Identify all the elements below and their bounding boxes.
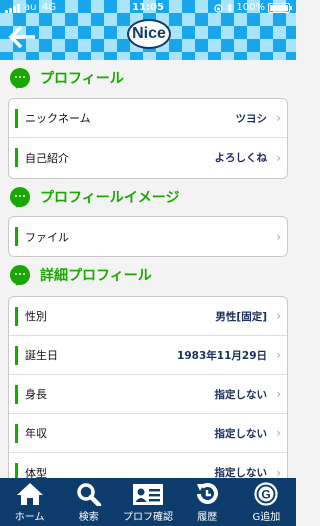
- tab-history[interactable]: 履歴: [178, 478, 237, 526]
- row-file[interactable]: ファイル ›: [9, 217, 287, 256]
- speech-bubble-icon: [10, 68, 30, 88]
- row-value: ツヨシ: [235, 112, 268, 125]
- page: au 4G 11:05 100% Nice プロフィール ニックネーム ツヨシ …: [0, 0, 296, 526]
- row-label: ファイル: [25, 230, 69, 244]
- tab-home[interactable]: ホーム: [0, 478, 59, 526]
- header: au 4G 11:05 100% Nice: [0, 0, 296, 60]
- row-gender[interactable]: 性別 男性[固定] ›: [9, 297, 287, 336]
- home-icon: [16, 483, 43, 505]
- rotation-lock-icon: [214, 3, 224, 13]
- profile-image-card: ファイル ›: [8, 216, 288, 257]
- tab-search[interactable]: 検索: [59, 478, 118, 526]
- speech-bubble-icon: [10, 187, 30, 207]
- g-add-icon: G: [254, 482, 279, 506]
- battery-icon: [268, 3, 292, 13]
- chevron-right-icon: ›: [276, 229, 281, 244]
- app-logo: Nice: [127, 19, 171, 49]
- content: プロフィール ニックネーム ツヨシ › 自己紹介 よろしくね › プロフィールイ…: [0, 60, 296, 478]
- section-profile-title: プロフィール: [10, 66, 124, 90]
- row-label: ニックネーム: [25, 112, 91, 125]
- tab-label: G追加: [252, 512, 281, 523]
- row-value: よろしくね: [214, 152, 268, 164]
- tab-label: 履歴: [197, 512, 218, 523]
- battery-percent: 100%: [236, 2, 265, 13]
- chevron-right-icon: ›: [276, 426, 281, 440]
- chevron-right-icon: ›: [276, 309, 281, 323]
- row-label: 誕生日: [25, 349, 58, 362]
- tab-g-add[interactable]: G G追加: [237, 478, 296, 526]
- profile-card: ニックネーム ツヨシ › 自己紹介 よろしくね ›: [8, 98, 288, 179]
- profile-card-icon: [133, 484, 163, 505]
- chevron-right-icon: ›: [276, 150, 281, 165]
- svg-text:G: G: [262, 488, 271, 502]
- row-birthday[interactable]: 誕生日 1983年11月29日 ›: [9, 336, 287, 375]
- chevron-right-icon: ›: [276, 387, 281, 401]
- row-label: 性別: [25, 310, 47, 323]
- row-height[interactable]: 身長 指定しない ›: [9, 375, 287, 414]
- section-profile-image-title: プロフィールイメージ: [10, 185, 179, 209]
- chevron-right-icon: ›: [276, 111, 281, 125]
- tab-label: 検索: [78, 512, 99, 523]
- row-value: 1983年11月29日: [177, 349, 267, 362]
- row-label: 年収: [25, 427, 47, 440]
- details-card: 性別 男性[固定] › 誕生日 1983年11月29日 › 身長 指定しない ›…: [8, 296, 288, 478]
- status-right: 100%: [214, 0, 292, 16]
- row-income[interactable]: 年収 指定しない ›: [9, 414, 287, 453]
- row-self-intro[interactable]: 自己紹介 よろしくね ›: [9, 138, 287, 177]
- chevron-right-icon: ›: [276, 465, 281, 479]
- tab-label: プロフ確認: [123, 512, 173, 523]
- row-value: 指定しない: [214, 388, 268, 401]
- row-value: 男性[固定]: [215, 310, 267, 323]
- tab-profile-check[interactable]: プロフ確認: [118, 478, 177, 526]
- chevron-right-icon: ›: [276, 348, 281, 362]
- row-label: 自己紹介: [25, 151, 69, 165]
- row-value: 指定しない: [214, 467, 268, 478]
- bottom-tab-bar: ホーム 検索 プロフ確認 履歴 G G追加: [0, 478, 296, 526]
- status-bar: au 4G 11:05 100%: [0, 0, 296, 16]
- search-icon: [77, 483, 102, 506]
- speech-bubble-icon: [10, 265, 30, 285]
- row-label: 体型: [25, 466, 47, 479]
- battery-fill: [270, 5, 288, 11]
- section-details-title: 詳細プロフィール: [10, 263, 152, 287]
- bluetooth-icon: [227, 3, 234, 13]
- history-icon: [197, 483, 219, 504]
- row-value: 指定しない: [214, 427, 268, 440]
- row-label: 身長: [25, 388, 47, 401]
- back-arrow-icon[interactable]: [8, 24, 38, 50]
- tab-label: ホーム: [14, 512, 45, 523]
- row-nickname[interactable]: ニックネーム ツヨシ ›: [9, 99, 287, 138]
- row-body-type[interactable]: 体型 指定しない ›: [9, 453, 287, 478]
